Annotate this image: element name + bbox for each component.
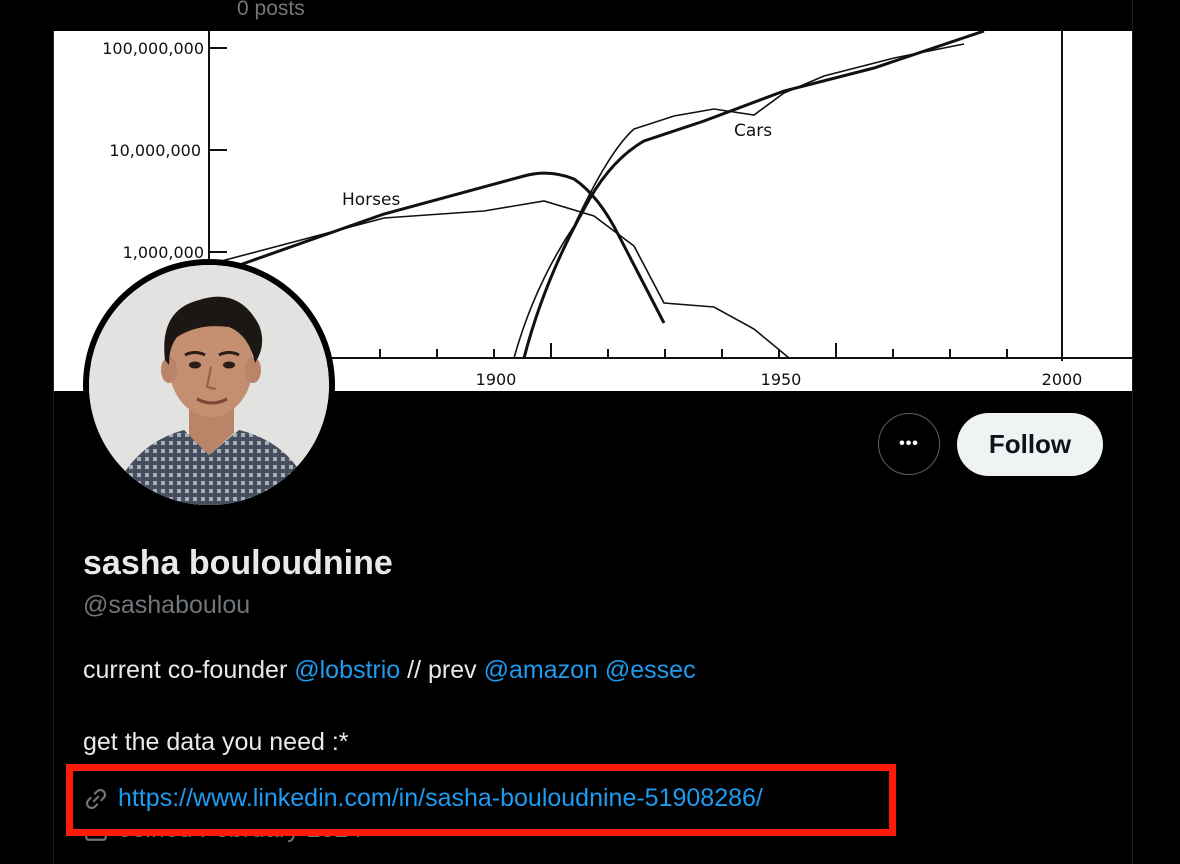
x-tick-label: 1900 bbox=[476, 370, 517, 389]
x-tick-label: 1950 bbox=[761, 370, 802, 389]
x-tick-label: 2000 bbox=[1042, 370, 1083, 389]
more-button[interactable]: ••• bbox=[878, 413, 940, 475]
x-tick-marks bbox=[379, 343, 1063, 358]
avatar[interactable] bbox=[83, 259, 335, 511]
mention-link-amazon[interactable]: @amazon bbox=[484, 656, 598, 684]
handle: @sashaboulou bbox=[83, 591, 251, 619]
profile-link-url[interactable]: https://www.linkedin.com/in/sasha-boulou… bbox=[118, 784, 763, 813]
series-label-cars: Cars bbox=[734, 121, 772, 141]
bio-text: current co-founder bbox=[83, 656, 288, 684]
posts-count: 0 posts bbox=[237, 0, 305, 20]
mention-link-lobstrio[interactable]: @lobstrio bbox=[294, 656, 400, 684]
bio-text: // prev bbox=[407, 656, 477, 684]
left-frame bbox=[0, 0, 53, 864]
cars-data-line bbox=[513, 43, 965, 359]
right-frame bbox=[1132, 0, 1180, 864]
profile-header-bar: 0 posts bbox=[53, 0, 1132, 31]
bio-line-2: get the data you need :* bbox=[83, 728, 349, 756]
more-icon: ••• bbox=[899, 435, 919, 452]
link-icon bbox=[86, 788, 106, 809]
y-tick-label: 100,000,000 bbox=[102, 39, 204, 58]
bio-line-1: current co-founder @lobstrio // prev @am… bbox=[83, 656, 696, 685]
y-tick-label: 10,000,000 bbox=[109, 141, 201, 160]
avatar-photo bbox=[89, 265, 329, 505]
follow-button[interactable]: Follow bbox=[957, 413, 1103, 476]
mention-link-essec[interactable]: @essec bbox=[605, 656, 696, 684]
profile-link[interactable]: https://www.linkedin.com/in/sasha-boulou… bbox=[83, 784, 763, 813]
series-label-horses: Horses bbox=[342, 190, 400, 210]
display-name: sasha bouloudnine bbox=[83, 544, 393, 582]
cars-trend-line bbox=[522, 31, 985, 359]
